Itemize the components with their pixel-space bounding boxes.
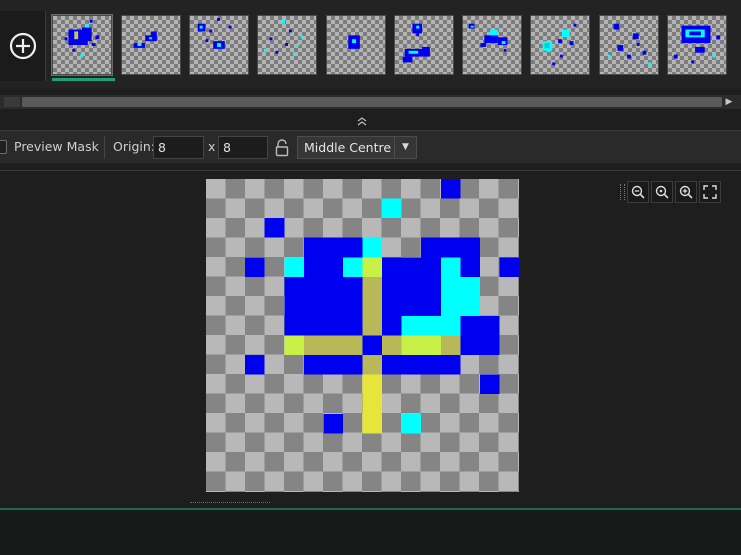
frame-thumbnail-10[interactable] — [667, 15, 727, 75]
lock-origin-icon[interactable] — [274, 139, 290, 157]
scrollbar-thumb[interactable] — [22, 97, 722, 107]
sprite-pixels — [245, 179, 519, 434]
preview-mask-label[interactable]: Preview Mask — [14, 139, 99, 154]
plus-circle-icon — [9, 32, 36, 60]
frame-thumbnail-5[interactable] — [326, 15, 386, 75]
toolbar-grip-icon[interactable] — [620, 184, 625, 200]
frame-thumbnail-9[interactable] — [599, 15, 659, 75]
origin-mode-dropdown[interactable]: Middle Centre ▼ — [297, 136, 417, 159]
zoom-reset-icon[interactable] — [651, 181, 673, 203]
frame-thumbnail-2[interactable] — [121, 15, 181, 75]
scrollbar-left-button[interactable] — [4, 97, 20, 107]
frame-thumbnail-7[interactable] — [462, 15, 522, 75]
scroll-right-arrow-icon[interactable]: ▶ — [724, 97, 734, 107]
frame-thumbnail-1[interactable] — [51, 14, 113, 76]
frame-thumbnail-8[interactable] — [530, 15, 590, 75]
origin-separator: x — [208, 139, 216, 154]
chevron-down-icon[interactable]: ▼ — [394, 137, 416, 158]
selected-frame-indicator — [52, 78, 115, 81]
origin-x-input[interactable]: 8 — [153, 136, 204, 159]
bottom-panel — [0, 510, 741, 555]
mask-toolbar: Preview Mask Origin: 8 x 8 Middle Centre… — [0, 130, 741, 163]
frame-thumbnail-3[interactable] — [189, 15, 249, 75]
toolbar-divider — [104, 136, 105, 159]
collapse-panel-icon[interactable] — [354, 116, 370, 128]
preview-mask-checkbox[interactable] — [0, 140, 7, 154]
sprite-canvas[interactable] — [206, 179, 519, 492]
zoom-in-icon[interactable] — [675, 181, 697, 203]
zoom-toolbar — [620, 181, 721, 203]
frame-strip-scrollbar[interactable]: ▶ — [0, 95, 741, 109]
origin-label: Origin: — [113, 139, 155, 154]
origin-mode-value: Middle Centre — [304, 140, 392, 155]
frame-strip — [0, 0, 741, 88]
origin-y-input[interactable]: 8 — [218, 136, 268, 159]
resize-handle[interactable] — [190, 502, 270, 506]
add-frame-button[interactable] — [0, 11, 46, 81]
zoom-out-icon[interactable] — [627, 181, 649, 203]
fullscreen-icon[interactable] — [699, 181, 721, 203]
frame-thumbnail-4[interactable] — [257, 15, 317, 75]
toolbar-bottom-border — [0, 170, 741, 171]
frame-thumbnail-6[interactable] — [394, 15, 454, 75]
